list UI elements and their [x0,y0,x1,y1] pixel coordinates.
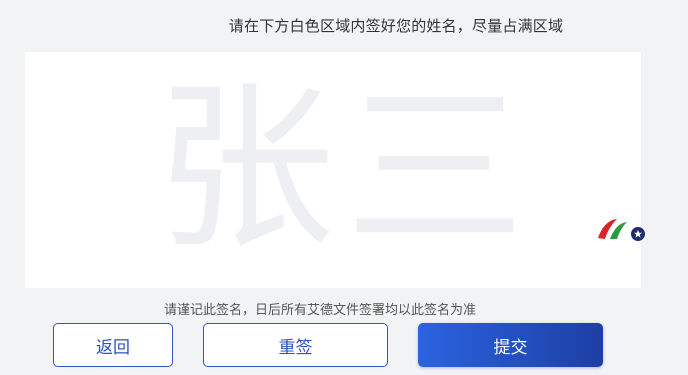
signature-instruction: 请在下方白色区域内签好您的姓名，尽量占满区域 [228,17,564,35]
re-sign-button[interactable]: 重签 [203,323,388,367]
signature-placeholder-name: 张三 [155,65,536,274]
back-button[interactable]: 返回 [53,323,173,367]
submit-button[interactable]: 提交 [418,323,603,367]
brand-logo-icon [598,219,645,241]
signature-pad[interactable]: 张三 [25,52,641,288]
signature-notice: 请谨记此签名，日后所有艾德文件签署均以此签名为准 [163,303,476,318]
